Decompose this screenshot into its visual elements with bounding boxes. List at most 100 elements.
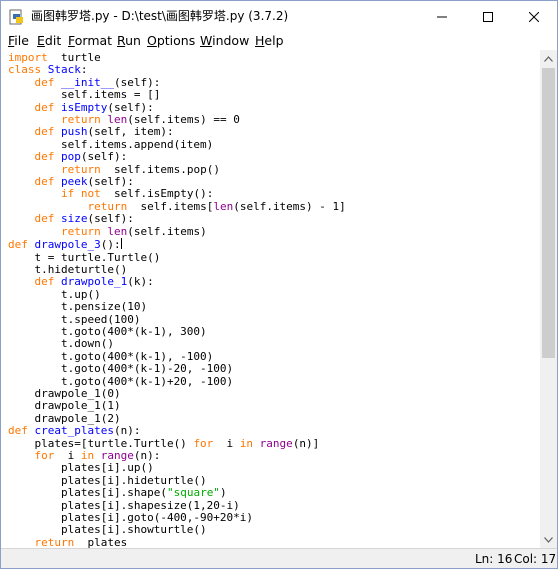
code-token: pop	[54, 150, 81, 164]
menu-window[interactable]: Window	[200, 32, 249, 50]
code-token: plates[i].up()	[8, 461, 154, 475]
code-token: self.items.pop()	[100, 162, 220, 176]
code-line: return len(self.items)	[8, 224, 346, 238]
code-token: i	[54, 449, 81, 462]
code-token: def	[34, 212, 55, 226]
close-button[interactable]	[511, 1, 557, 32]
code-token: if not	[60, 187, 101, 201]
code-token: t.up()	[8, 287, 101, 301]
menu-edit[interactable]: Edit	[37, 32, 61, 50]
code-token: (self):	[87, 212, 134, 226]
code-token: (n)]	[292, 436, 320, 450]
chevron-up-icon	[544, 55, 553, 62]
code-token: ():	[100, 238, 121, 252]
code-token: Stack	[41, 63, 81, 77]
code-token: __init__	[54, 75, 114, 89]
code-token: (k):	[127, 275, 154, 289]
scroll-up-button[interactable]	[540, 50, 557, 67]
code-token: :	[80, 63, 88, 77]
title-bar[interactable]: 画图韩罗塔.py - D:\test\画图韩罗塔.py (3.7.2)	[1, 1, 557, 32]
code-token: self.items[	[127, 199, 214, 213]
menu-options[interactable]: Options	[147, 32, 195, 50]
code-token: plates	[74, 535, 128, 548]
code-token: "square"	[166, 486, 220, 500]
code-token: t.goto(400*(k-1), -100)	[8, 349, 214, 363]
code-token: peek	[54, 175, 88, 189]
text-cursor	[120, 238, 122, 250]
code-token: def	[8, 238, 28, 252]
maximize-icon	[483, 11, 493, 22]
code-token: def	[34, 100, 55, 114]
code-token: plates[i].goto(-400,-90+20*i)	[8, 511, 254, 525]
code-token: return	[34, 535, 75, 548]
code-token: t.hideturtle()	[8, 262, 128, 276]
code-token: creat_plates	[27, 424, 114, 438]
code-token: )	[219, 486, 227, 500]
code-token: drawpole_1(2)	[8, 411, 121, 425]
code-token: isEmpty	[54, 100, 108, 114]
code-token: (self.items) == 0	[127, 113, 240, 127]
code-token: def	[34, 175, 55, 189]
scroll-down-button[interactable]	[540, 531, 557, 548]
code-editor[interactable]: import turtle class Stack: def __init__(s…	[1, 50, 540, 548]
code-token: in	[239, 436, 254, 450]
code-token: def	[34, 275, 55, 289]
code-token: turtle	[47, 51, 101, 64]
vertical-scrollbar[interactable]	[540, 50, 557, 548]
code-token: len	[213, 199, 234, 213]
code-token: t.goto(400*(k-1)+20, -100)	[8, 374, 234, 388]
menu-format[interactable]: Format	[68, 32, 112, 50]
code-token: len	[100, 224, 128, 238]
code-token: t.goto(400*(k-1), 300)	[8, 324, 207, 338]
code-token: drawpole_1	[54, 275, 128, 289]
code-token: def	[8, 424, 28, 438]
code-token: for	[34, 449, 55, 462]
column-number-status: Col: 17	[514, 552, 557, 566]
minimize-icon	[437, 16, 447, 17]
code-token: t.down()	[8, 337, 114, 351]
menu-run[interactable]: Run	[117, 32, 141, 50]
maximize-button[interactable]	[465, 1, 511, 32]
code-token: t.speed(100)	[8, 312, 141, 326]
menu-help[interactable]: Help	[255, 32, 284, 50]
code-token: (self):	[113, 75, 161, 89]
code-line: def drawpole_3():	[8, 238, 346, 251]
code-token: range	[253, 436, 293, 450]
status-bar: Ln: 16 Col: 17	[1, 548, 557, 568]
close-icon	[529, 11, 539, 22]
code-token: (self):	[80, 150, 128, 164]
code-text[interactable]: import turtle class Stack: def __init__(s…	[8, 51, 346, 548]
menu-file[interactable]: File	[8, 32, 29, 50]
code-token: return	[60, 224, 101, 238]
code-token: return	[60, 162, 101, 176]
idle-editor-window: 画图韩罗塔.py - D:\test\画图韩罗塔.py (3.7.2) File…	[0, 0, 558, 569]
code-token: len	[100, 113, 128, 127]
line-number-status: Ln: 16	[475, 552, 513, 566]
code-token: plates[i].shape(	[8, 486, 167, 500]
code-token: (self):	[87, 175, 134, 189]
code-token: return	[87, 199, 128, 213]
minimize-button[interactable]	[419, 1, 465, 32]
code-token: (self):	[107, 100, 154, 114]
code-token: (self.items) - 1]	[233, 199, 346, 213]
code-token: return	[60, 113, 101, 127]
code-token: self.isEmpty():	[100, 187, 214, 201]
code-token: t.pensize(10)	[8, 300, 148, 314]
code-token: drawpole_1(0)	[8, 386, 121, 400]
code-token: self.items.append(item)	[8, 137, 214, 151]
code-token: (n):	[113, 424, 141, 438]
code-token: (n):	[133, 449, 161, 462]
scrollbar-thumb[interactable]	[542, 68, 555, 358]
code-token: plates[i].showturtle()	[8, 523, 207, 537]
code-token: i	[213, 436, 240, 450]
